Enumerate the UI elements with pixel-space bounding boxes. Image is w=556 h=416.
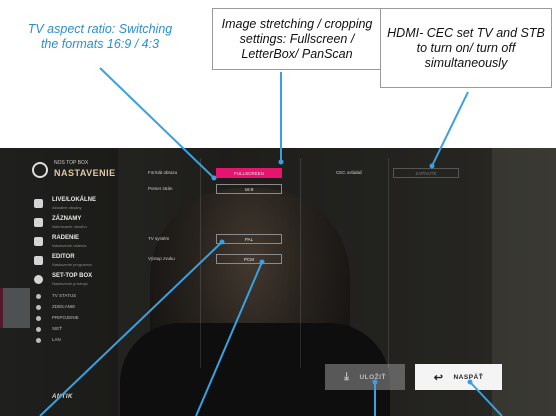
format-label: Formát obrazu <box>148 170 178 175</box>
sidebar-subitem-label: SIEŤ <box>52 326 63 331</box>
audio-output-label: Výstup zvuku <box>148 256 175 261</box>
divider <box>200 158 201 368</box>
callout-aspect-ratio-text: TV aspect ratio: Switching the formats 1… <box>27 22 173 51</box>
ratio-label: Pomer strán <box>148 186 173 191</box>
bullet-icon <box>36 294 41 299</box>
divider <box>300 158 301 368</box>
save-button[interactable]: ⤓ ULOŽIŤ <box>325 364 405 390</box>
divider <box>388 158 389 368</box>
user-icon <box>34 218 43 227</box>
back-button[interactable]: ↩ NASPÄŤ <box>415 364 502 390</box>
brand-logo: ANTIK <box>52 394 73 400</box>
cec-label: CEC ovládač <box>336 170 363 175</box>
sidebar-item-sub: Aktuálne obsahy <box>52 205 82 210</box>
sidebar-item-sub: Nastavenie programov <box>52 262 93 267</box>
callout-image-stretching: Image stretching / cropping settings: Fu… <box>212 8 382 70</box>
sidebar-nav: LIVE/LOKÁLNE Aktuálne obsahy ZÁZNAMY Nah… <box>34 196 118 346</box>
back-button-label: NASPÄŤ <box>453 373 484 381</box>
gear-icon <box>32 162 48 178</box>
logo-line1: NOS TOP BOX <box>54 160 89 166</box>
sidebar-item-label: RADENIE <box>52 235 80 241</box>
sidebar-item-label: LIVE/LOKÁLNE <box>52 197 97 203</box>
sidebar-subitem-label: TV STATUS <box>52 293 77 298</box>
callout-hdmi-cec: HDMI- CEC set TV and STB to turn on/ tur… <box>380 8 552 88</box>
sidebar-subitem-tvstatus[interactable]: TV STATUS <box>34 291 118 302</box>
sidebar-subitem-label: ZDIEĽANIE <box>52 304 76 309</box>
download-icon: ⤓ <box>344 370 350 383</box>
sidebar-item-live[interactable]: LIVE/LOKÁLNE Aktuálne obsahy <box>34 196 118 215</box>
sidebar-item-sub: Nastavenie prístroja <box>52 281 88 286</box>
sidebar-item-records[interactable]: ZÁZNAMY Nahrávanie obsahu <box>34 215 118 234</box>
sidebar-subitem-network[interactable]: SIEŤ <box>34 324 118 335</box>
tv-icon <box>34 199 43 208</box>
callout-image-stretching-text: Image stretching / cropping settings: Fu… <box>221 16 373 61</box>
app-logo: NOS TOP BOX NASTAVENIE <box>32 160 115 186</box>
callout-aspect-ratio: TV aspect ratio: Switching the formats 1… <box>20 8 180 66</box>
sidebar-subitem-label: PRIPOJENIE <box>52 315 79 320</box>
tv-system-label: TV systém <box>148 236 170 241</box>
callout-hdmi-cec-text: HDMI- CEC set TV and STB to turn on/ tur… <box>387 25 545 70</box>
sidebar-item-settopbox[interactable]: SET-TOP BOX Nastavenie prístroja <box>34 272 118 291</box>
sidebar-item-label: ZÁZNAMY <box>52 216 82 222</box>
format-select[interactable]: FULLSCREEN <box>216 168 282 178</box>
bullet-icon <box>36 338 41 343</box>
back-arrow-icon: ↩ <box>433 371 444 384</box>
audio-output-select[interactable]: PCM <box>216 254 282 264</box>
tv-screen: NOS TOP BOX NASTAVENIE LIVE/LOKÁLNE Aktu… <box>0 148 556 416</box>
sidebar-item-editor[interactable]: EDITOR Nastavenie programov <box>34 253 118 272</box>
tv-system-select[interactable]: PAL <box>216 234 282 244</box>
sidebar-item-sub: Nastavenie radenia <box>52 243 87 248</box>
sidebar-item-label: EDITOR <box>52 254 75 260</box>
sidebar-item-order[interactable]: RADENIE Nastavenie radenia <box>34 234 118 253</box>
sidebar-subitem-label: LAN <box>52 337 61 342</box>
sidebar-subitem-lan[interactable]: LAN <box>34 335 118 346</box>
ratio-select[interactable]: 16:9 <box>216 184 282 194</box>
sidebar-subitem-connection[interactable]: PRIPOJENIE <box>34 313 118 324</box>
logo-line2: NASTAVENIE <box>54 168 116 178</box>
sidebar-subitem-sharing[interactable]: ZDIEĽANIE <box>34 302 118 313</box>
wifi-icon <box>36 327 41 332</box>
bullet-icon <box>36 305 41 310</box>
sidebar-item-sub: Nahrávanie obsahu <box>52 224 87 229</box>
sidebar-item-label: SET-TOP BOX <box>52 273 93 279</box>
lock-icon <box>34 237 43 246</box>
settings-icon <box>34 275 43 284</box>
sidebar: NOS TOP BOX NASTAVENIE LIVE/LOKÁLNE Aktu… <box>0 148 118 416</box>
save-button-label: ULOŽIŤ <box>359 373 386 381</box>
list-icon <box>34 256 43 265</box>
bullet-icon <box>36 316 41 321</box>
cec-select[interactable]: ZAPNUTÉ <box>393 168 459 178</box>
